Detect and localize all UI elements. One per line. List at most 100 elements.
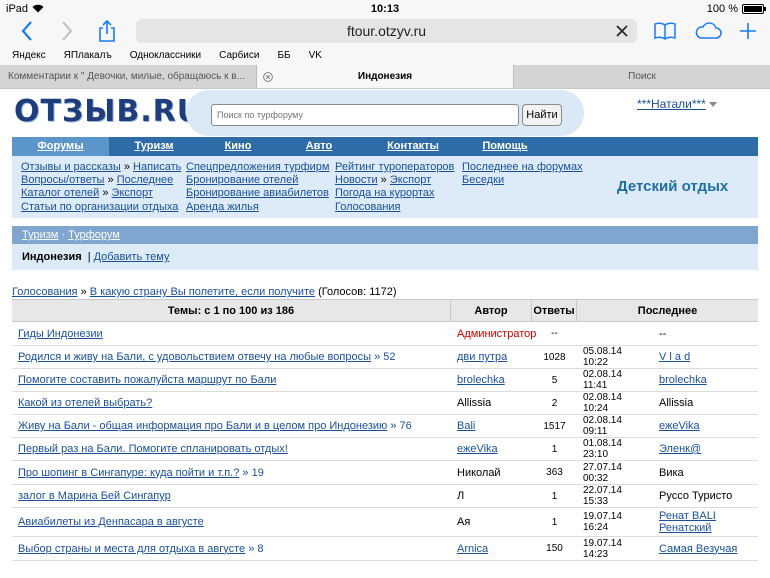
last-author[interactable]: Ренат BALI Ренатский [659,510,716,534]
bookmark-bb[interactable]: ББ [277,50,290,61]
add-topic-link[interactable]: Добавить тему [94,251,170,263]
new-tab-icon[interactable] [735,18,761,44]
separator: » [80,286,87,298]
topic-link[interactable]: Родился и живу на Бали, с удовольствием … [18,351,371,363]
last-author[interactable]: brolechka [659,374,707,386]
link-flight-booking[interactable]: Бронирование авиабилетов [186,187,329,199]
last-author[interactable]: Эленк@ [659,443,701,455]
topic-link[interactable]: Живу на Бали - общая информация про Бали… [18,420,387,432]
forum-search-input[interactable] [211,104,519,126]
table-row: Живу на Бали - общая информация про Бали… [12,415,758,438]
topic-pages[interactable]: » 52 [374,351,395,363]
last-date-cell: 19.07.14 14:23 [583,537,622,560]
author-name[interactable]: brolechka [457,374,505,386]
bookmarks-icon[interactable] [652,18,678,44]
menu-tourism[interactable]: Туризм [109,137,199,156]
table-row: Какой из отелей выбрать? Allissia 2 02.08.1… [12,392,758,415]
link-hotel-booking[interactable]: Бронирование отелей [186,174,298,186]
last-author[interactable]: Самая Везучая [659,543,737,555]
last-author-cell: -- [653,328,758,340]
section-separator: | [87,251,91,263]
topic-cell: Про шопинг в Сингапуре: куда пойти и т.п… [12,467,451,479]
menu-help[interactable]: Помощь [465,137,545,156]
tab-indonesia[interactable]: Индонезия [257,65,514,88]
author-name[interactable]: ежеVika [457,443,498,455]
link-export[interactable]: Экспорт [112,187,153,199]
link-operator-rating[interactable]: Рейтинг туроператоров [335,161,454,173]
submenu-col-latest: Последнее на форумах Беседки [462,161,583,187]
topic-pages[interactable]: » 8 [248,543,263,555]
last-author[interactable]: ежеVika [659,420,700,432]
bookmark-vk[interactable]: VK [309,50,322,61]
author-name[interactable]: Bali [457,420,475,432]
bookmarks-bar: Яндекс ЯПлакалъ Одноклассники Сарбиси ББ… [0,45,770,65]
link-hotel-catalog[interactable]: Каталог отелей [21,187,99,199]
bookmark-yandex[interactable]: Яндекс [12,50,46,61]
author-name: Allissia [457,397,492,409]
link-articles[interactable]: Статьи по организации отдыха [21,201,178,213]
breadcrumb-tourism[interactable]: Туризм [22,229,58,241]
author-cell: Allissia [451,397,532,409]
topic-link[interactable]: Помогите составить пожалуйста маршрут по… [18,374,276,386]
site-logo[interactable]: ОТЗЫВ.RU [14,94,202,129]
breadcrumb-turforum[interactable]: Турфорум [68,229,120,241]
link-news[interactable]: Новости [335,174,378,186]
menu-forums[interactable]: Форумы [12,137,109,156]
topic-link[interactable]: Авиабилеты из Денпасара в августе [18,516,204,528]
last-author-cell: Вика [653,467,758,479]
clear-url-icon[interactable] [615,24,629,38]
author-name[interactable]: Arnica [457,543,488,555]
table-row: Выбор страны и места для отдыха в август… [12,537,758,561]
topic-pages[interactable]: » 19 [242,467,263,479]
topic-pages[interactable]: » 76 [390,420,411,432]
author-name[interactable]: дви путра [457,351,507,363]
topic-cell: Помогите составить пожалуйста маршрут по… [12,374,451,386]
bookmark-sarbisi[interactable]: Сарбиси [219,50,259,61]
last-author-cell: Ренат BALI Ренатский [653,510,758,534]
search-button[interactable]: Найти [522,104,562,126]
link-latest[interactable]: Последнее [117,174,174,186]
link-latest-forums[interactable]: Последнее на форумах [462,161,583,173]
last-author-cell: Самая Везучая [653,543,758,555]
featured-kids-vacation[interactable]: Детский отдых [617,178,728,195]
back-icon[interactable] [14,18,40,44]
polls-link[interactable]: Голосования [12,286,78,298]
bookmark-odnoklassniki[interactable]: Одноклассники [130,50,201,61]
topic-link[interactable]: Про шопинг в Сингапуре: куда пойти и т.п… [18,467,239,479]
link-chats[interactable]: Беседки [462,174,504,186]
link-questions[interactable]: Вопросы/ответы [21,174,104,186]
cloud-tabs-icon[interactable] [693,18,723,44]
tab-label: Индонезия [357,71,413,82]
link-rentals[interactable]: Аренда жилья [186,201,259,213]
poll-question-link[interactable]: В какую страну Вы полетите, если получит… [90,286,315,298]
topic-link[interactable]: Какой из отелей выбрать? [18,397,152,409]
menu-cinema[interactable]: Кино [199,137,277,156]
share-icon[interactable] [94,18,120,44]
link-write[interactable]: Написать [133,161,181,173]
carrier: iPad [6,3,44,15]
author-name: Администратор [457,327,537,340]
user-menu[interactable]: ***Натали*** [637,97,717,111]
separator: » [102,187,109,200]
bookmark-yaplakal[interactable]: ЯПлакалъ [64,50,112,61]
menu-contacts[interactable]: Контакты [361,137,465,156]
topic-link[interactable]: Первый раз на Бали. Помогите спланироват… [18,443,288,455]
tab-comments[interactable]: Комментарии к " Девочки, милые, обращаюс… [0,65,257,88]
link-reviews[interactable]: Отзывы и рассказы [21,161,121,173]
table-row: Авиабилеты из Денпасара в августе Ая 1 19.0… [12,508,758,537]
menu-auto[interactable]: Авто [277,137,361,156]
link-polls[interactable]: Голосования [335,201,401,213]
url-text: ftour.otzyv.ru [346,23,427,39]
link-news-export[interactable]: Экспорт [390,174,431,186]
topic-link[interactable]: залог в Марина Бей Сингапур [18,490,171,502]
address-bar[interactable]: ftour.otzyv.ru [136,19,637,43]
link-special-offers[interactable]: Спецпредложения турфирм [186,161,329,173]
link-weather[interactable]: Погода на курортах [335,187,434,199]
tab-search[interactable]: Поиск [514,65,770,88]
topic-link[interactable]: Выбор страны и места для отдыха в август… [18,543,245,555]
poll-votes: (Голосов: 1172) [318,286,397,298]
forward-icon[interactable] [54,18,80,44]
topic-link[interactable]: Гиды Индонезии [18,328,103,340]
last-author[interactable]: V l a d [659,351,690,363]
close-tab-icon[interactable] [263,72,273,82]
